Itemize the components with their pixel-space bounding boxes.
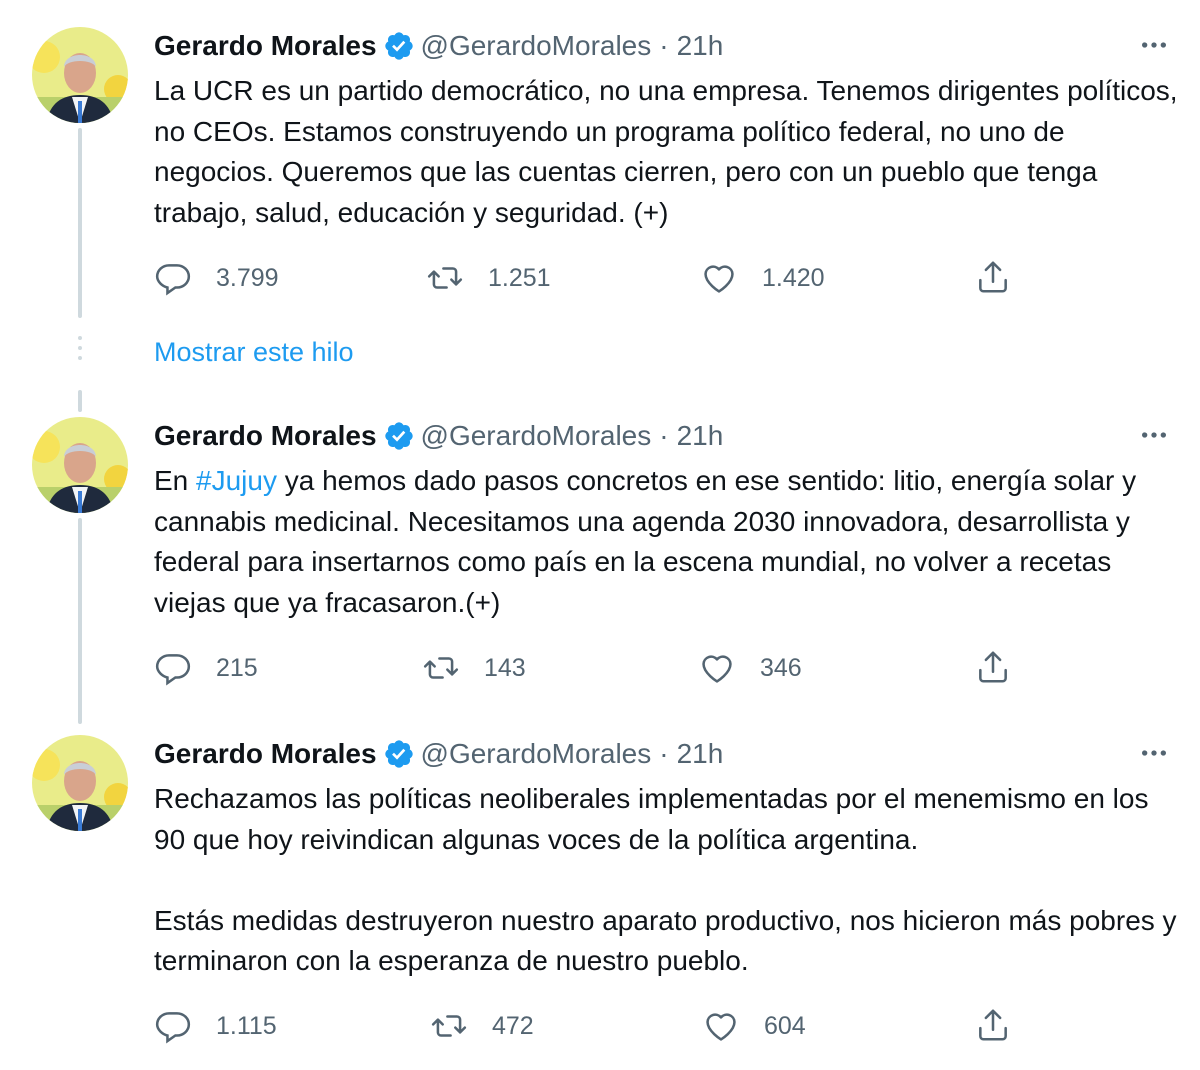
separator: · (659, 420, 669, 451)
retweet-icon (431, 1015, 467, 1037)
tweet-actions: 3.799 1.251 1.420 (154, 258, 1034, 298)
verified-badge-icon (383, 738, 415, 770)
reply-count: 3.799 (216, 263, 279, 292)
reply-icon (155, 264, 191, 296)
retweet-count: 143 (484, 653, 526, 682)
retweet-icon (427, 267, 463, 289)
tweet-paragraph-2: Estás medidas destruyeron nuestro aparat… (154, 904, 1177, 977)
retweet-button[interactable]: 472 (430, 1006, 534, 1046)
reply-button[interactable]: 215 (154, 648, 258, 688)
show-thread-link[interactable]: Mostrar este hilo (154, 337, 354, 368)
like-button[interactable]: 604 (702, 1006, 806, 1046)
tweet-header: Gerardo Morales @GerardoMorales · 21h (154, 737, 1200, 771)
tweet-actions: 1.115 472 604 (154, 1006, 1034, 1046)
reply-button[interactable]: 1.115 (154, 1006, 277, 1046)
share-button[interactable] (974, 258, 1014, 298)
timestamp[interactable]: 21h (677, 738, 724, 770)
thread-dots (78, 336, 82, 366)
reply-count: 215 (216, 653, 258, 682)
avatar[interactable] (32, 27, 128, 123)
author-handle[interactable]: @GerardoMorales (421, 30, 652, 62)
author-name[interactable]: Gerardo Morales (154, 30, 377, 62)
share-icon (979, 651, 1007, 683)
author-handle[interactable]: @GerardoMorales (421, 420, 652, 452)
separator: · (659, 30, 669, 61)
retweet-icon (423, 657, 459, 679)
text-segment: ya hemos dado pasos concretos en ese sen… (154, 465, 1137, 618)
tweet-text: En #Jujuy ya hemos dado pasos concretos … (154, 461, 1184, 623)
tweet-text: La UCR es un partido democrático, no una… (154, 71, 1184, 233)
avatar[interactable] (32, 417, 128, 513)
share-button[interactable] (974, 648, 1014, 688)
verified-badge-icon (383, 30, 415, 62)
tweet-2[interactable]: Gerardo Morales @GerardoMorales · 21h En… (0, 390, 1200, 710)
more-options-icon[interactable] (1134, 733, 1174, 773)
reply-icon (155, 1012, 191, 1044)
retweet-button[interactable]: 1.251 (426, 258, 551, 298)
hashtag-link[interactable]: #Jujuy (196, 465, 277, 496)
like-icon (706, 1013, 736, 1041)
author-name[interactable]: Gerardo Morales (154, 738, 377, 770)
text-segment: En (154, 465, 197, 496)
tweet-header: Gerardo Morales @GerardoMorales · 21h (154, 419, 1200, 453)
reply-button[interactable]: 3.799 (154, 258, 279, 298)
tweet-3[interactable]: Gerardo Morales @GerardoMorales · 21h Re… (0, 708, 1200, 1070)
reply-icon (155, 654, 191, 686)
verified-badge-icon (383, 420, 415, 452)
tweet-text-content: La UCR es un partido democrático, no una… (154, 75, 1178, 228)
author-handle[interactable]: @GerardoMorales (421, 738, 652, 770)
timestamp[interactable]: 21h (677, 30, 724, 62)
more-options-icon[interactable] (1134, 415, 1174, 455)
tweet-text: Rechazamos las políticas neoliberales im… (154, 779, 1184, 982)
tweet-actions: 215 143 346 (154, 648, 1034, 688)
author-name[interactable]: Gerardo Morales (154, 420, 377, 452)
share-icon (979, 1009, 1007, 1041)
retweet-count: 472 (492, 1011, 534, 1040)
like-button[interactable]: 1.420 (700, 258, 825, 298)
like-icon (702, 655, 732, 683)
retweet-count: 1.251 (488, 263, 551, 292)
like-count: 346 (760, 653, 802, 682)
like-count: 1.420 (762, 263, 825, 292)
avatar[interactable] (32, 735, 128, 831)
more-options-icon[interactable] (1134, 25, 1174, 65)
separator: · (659, 738, 669, 769)
like-count: 604 (764, 1011, 806, 1040)
like-icon (704, 265, 734, 293)
share-button[interactable] (974, 1006, 1014, 1046)
tweet-paragraph-1: Rechazamos las políticas neoliberales im… (154, 783, 1149, 855)
timestamp[interactable]: 21h (677, 420, 724, 452)
tweet-text-content: En #Jujuy ya hemos dado pasos concretos … (154, 461, 1184, 623)
share-icon (979, 261, 1007, 293)
reply-count: 1.115 (216, 1011, 277, 1040)
tweet-1[interactable]: Gerardo Morales @GerardoMorales · 21h La… (0, 0, 1200, 320)
tweet-header: Gerardo Morales @GerardoMorales · 21h (154, 29, 1200, 63)
like-button[interactable]: 346 (698, 648, 802, 688)
retweet-button[interactable]: 143 (422, 648, 526, 688)
